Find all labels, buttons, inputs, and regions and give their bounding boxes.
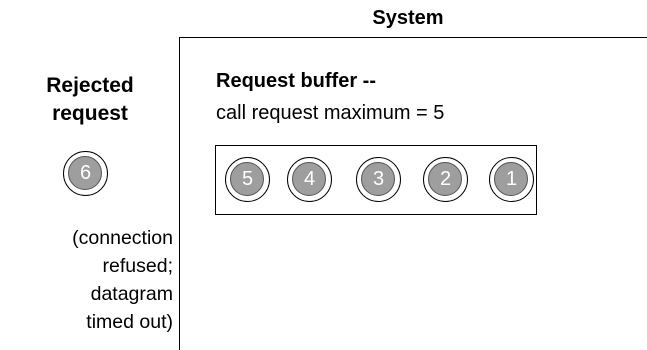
buffered-request-circle: 5 <box>225 157 270 202</box>
buffered-request-number: 3 <box>372 168 385 190</box>
buffered-request-circle: 1 <box>489 157 534 202</box>
rejected-request-title: Rejected request <box>46 74 134 125</box>
buffered-request-circle: 4 <box>287 157 332 202</box>
request-buffer-title: Request buffer -- <box>216 70 376 92</box>
request-buffer-subtitle: call request maximum = 5 <box>216 102 445 124</box>
request-buffer-box: 5 4 3 2 1 <box>215 145 537 215</box>
buffered-request-number: 2 <box>439 168 452 190</box>
system-label: System <box>372 7 444 29</box>
buffered-request-number: 4 <box>303 168 316 190</box>
buffered-request-circle: 3 <box>356 157 401 202</box>
buffered-request-number: 1 <box>505 168 518 190</box>
rejected-request-number: 6 <box>79 162 92 184</box>
rejected-request-circle: 6 <box>63 151 108 196</box>
system-boundary-top <box>179 37 647 38</box>
buffered-request-circle: 2 <box>423 157 468 202</box>
rejected-request-note: (connection refused; datagram timed out) <box>72 227 173 333</box>
system-boundary-left <box>179 37 180 350</box>
buffered-request-number: 5 <box>241 168 254 190</box>
